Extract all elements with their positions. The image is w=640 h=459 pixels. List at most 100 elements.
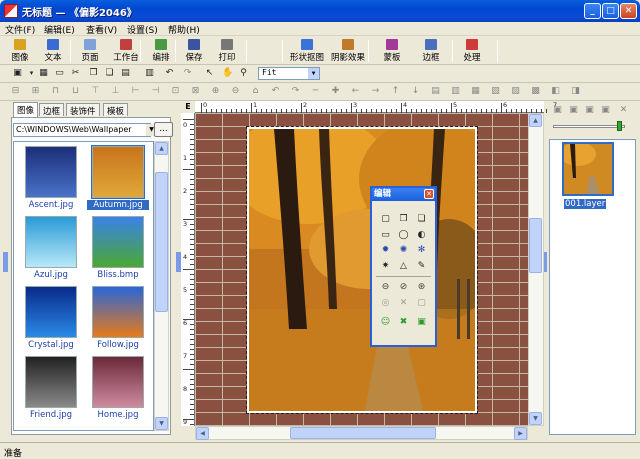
thumbnail-label[interactable]: Friend.jpg [20,410,82,420]
browse-button[interactable]: ... [154,122,173,137]
thumbnail-image[interactable] [25,286,77,338]
thumbnail-label[interactable]: Autumn.jpg [87,200,149,210]
star-icon[interactable]: ✷ [380,261,391,272]
cross-icon[interactable]: ✕ [398,298,409,309]
space-v-icon[interactable]: ⊣ [150,86,161,97]
scroll-left-icon[interactable]: ◀ [196,427,209,440]
scroll-thumb[interactable] [155,172,168,312]
layer-front-icon[interactable]: ▣ [552,105,563,116]
chevron-down-icon[interactable]: ▼ [308,68,319,79]
sparkle-b-icon[interactable]: ✺ [398,245,409,256]
minimize-button[interactable]: _ [584,3,601,19]
distribute-v-icon[interactable]: ▥ [450,86,461,97]
square-icon[interactable]: ▢ [416,298,427,309]
canvas-vertical-scrollbar[interactable]: ▲ ▼ [528,113,544,426]
menu-help[interactable]: 帮助(H) [168,23,200,36]
thumbnail-item[interactable]: Crystal.jpg [20,286,82,352]
thumbnail-item[interactable]: Friend.jpg [20,356,82,422]
paste-icon[interactable]: ▥ [144,68,155,79]
toolbar-button-arrange[interactable]: 编排 [147,37,175,64]
scroll-down-icon[interactable]: ▼ [155,417,168,430]
menu-file[interactable]: 文件(F) [5,23,35,36]
grid-icon[interactable]: ▦ [470,86,481,97]
clipboard-icon[interactable]: ▤ [120,68,131,79]
distribute-h-icon[interactable]: ▤ [430,86,441,97]
photo-layer[interactable] [246,126,478,414]
thumbnail-item[interactable]: Bliss.bmp [87,216,149,282]
pencil-icon[interactable]: ✎ [416,261,427,272]
ellipse-select-icon[interactable]: ◯ [398,230,409,241]
toolbar-button-frame[interactable]: 边框 [417,37,445,64]
copy-page-icon[interactable]: ❏ [104,68,115,79]
thumbnail-item[interactable]: Azul.jpg [20,216,82,282]
layer-list[interactable]: 001.layer [549,139,636,435]
scroll-down-icon[interactable]: ▼ [529,412,542,425]
flip-v-icon[interactable]: ◨ [570,86,581,97]
scroll-up-icon[interactable]: ▲ [529,114,542,127]
pointer-icon[interactable]: ↖ [204,68,215,79]
thumbnail-item[interactable]: Follow.jpg [87,286,149,352]
tab-frame[interactable]: 边框 [39,103,65,117]
layer-backward-icon[interactable]: ▣ [584,105,595,116]
tab-decoration[interactable]: 装饰件 [66,103,100,117]
toolbar-button-process[interactable]: 处理 [458,37,486,64]
thumbnail-item[interactable]: Autumn.jpg [87,145,149,212]
thumbnail-scrollbar[interactable]: ▲ ▼ [154,141,169,431]
app-icon[interactable] [4,4,18,18]
move-down-icon[interactable]: ↓ [410,86,421,97]
flip-h-icon[interactable]: ◧ [550,86,561,97]
erase-icon[interactable]: ⊖ [380,282,391,293]
thumbnail-label[interactable]: Azul.jpg [20,270,82,280]
thumbnail-label[interactable]: Ascent.jpg [20,200,82,210]
align-center-icon[interactable]: ⊞ [30,86,41,97]
toolbar-button-mask[interactable]: 蒙板 [375,37,409,64]
menu-edit[interactable]: 编辑(E) [44,23,75,36]
opacity-slider-handle[interactable] [617,121,622,131]
toolbar-button-print[interactable]: 打印 [213,37,241,64]
select-rect-icon[interactable]: ▢ [380,214,391,225]
grid-icon[interactable]: ▦ [38,68,49,79]
hand-icon[interactable]: ✋ [222,68,233,79]
opacity-slider[interactable] [553,125,625,128]
align-top-icon[interactable]: ⊔ [70,86,81,97]
scroll-up-icon[interactable]: ▲ [155,142,168,155]
layer-thumbnail[interactable] [560,142,614,196]
lasso-icon[interactable]: ◐ [416,230,427,241]
tab-template[interactable]: 模板 [103,103,129,117]
thumbnail-image[interactable] [25,356,77,408]
maximize-button[interactable]: □ [602,3,619,19]
ruler-corner-icon[interactable]: E [181,101,195,113]
title-bar[interactable]: 无标题 — 《偏影2046》 _ □ ✕ [0,0,640,22]
copy-icon[interactable]: ❐ [88,68,99,79]
canvas-horizontal-scrollbar[interactable]: ◀ ▶ [195,426,528,440]
pattern-c-icon[interactable]: ▩ [530,86,541,97]
thumbnail-item[interactable]: Home.jpg [87,356,149,422]
paste-layer-icon[interactable]: ❏ [416,214,427,225]
align-left-icon[interactable]: ⊟ [10,86,21,97]
toolbar-button-shape-cutout[interactable]: 形状抠图 [289,37,325,64]
undo-icon[interactable]: ↶ [164,68,175,79]
path-combobox[interactable]: C:\WINDOWS\Web\Wallpaper [13,123,151,137]
monitor-icon[interactable]: ▭ [54,68,65,79]
home-icon[interactable]: ⌂ [250,86,261,97]
toolbar-button-image[interactable]: 图像 [6,37,34,64]
cancel-icon[interactable]: ✖ [398,317,409,328]
thumbnail-label[interactable]: Bliss.bmp [87,270,149,280]
gear-icon[interactable]: ⊛ [416,282,427,293]
layer-name[interactable]: 001.layer [564,199,607,209]
move-up-icon[interactable]: ↑ [390,86,401,97]
align-bottom-icon[interactable]: ⊥ [110,86,121,97]
center-h-icon[interactable]: ⊕ [210,86,221,97]
thumbnail-label[interactable]: Follow.jpg [87,340,149,350]
rotate-right-icon[interactable]: ↷ [290,86,301,97]
scroll-right-icon[interactable]: ▶ [514,427,527,440]
scroll-thumb[interactable] [529,218,542,273]
thumbnail-item[interactable]: Ascent.jpg [20,146,82,212]
target-icon[interactable]: ◎ [380,298,391,309]
copy-layer-icon[interactable]: ❐ [398,214,409,225]
rect-select-icon[interactable]: ▭ [380,230,391,241]
thumbnail-image[interactable] [25,216,77,268]
toolbar-button-page[interactable]: 页面 [76,37,104,64]
thumbnail-image[interactable] [25,146,77,198]
zoom-select[interactable]: Fit ▼ [258,67,320,80]
